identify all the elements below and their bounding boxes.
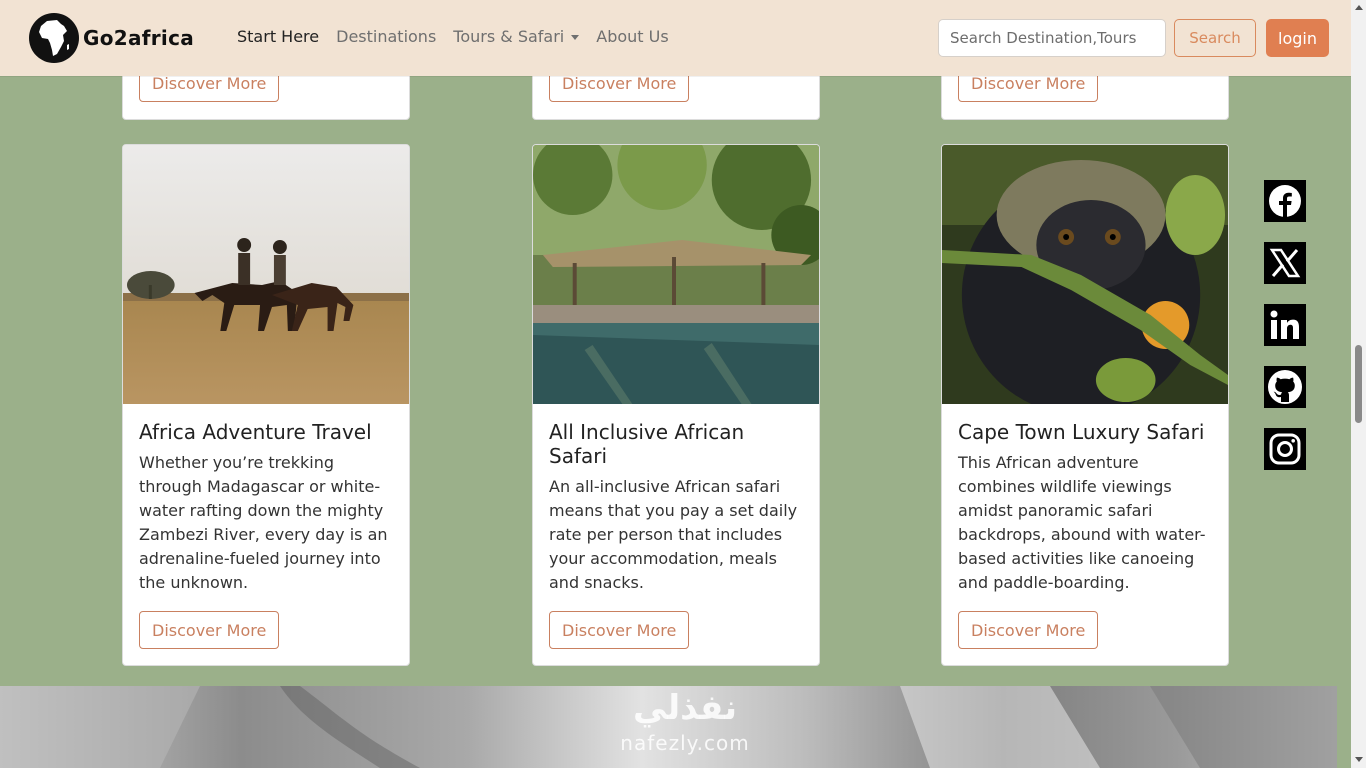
nafezly-watermark: نفذلي nafezly.com: [600, 686, 770, 756]
scrollbar-thumb[interactable]: [1355, 345, 1362, 423]
nav-links: Start Here Destinations Tours & Safari A…: [237, 27, 686, 46]
card-title: All Inclusive African Safari: [549, 420, 745, 468]
nav-dropdown-tours-safari[interactable]: Tours & Safari: [453, 27, 580, 46]
scroll-up-arrow-icon[interactable]: [1355, 5, 1363, 10]
watermark-arabic: نفذلي: [632, 688, 738, 728]
nav-link-about-us[interactable]: About Us: [596, 27, 668, 46]
brand-logo[interactable]: Go2africa: [29, 13, 194, 63]
waterfall-banner-image: نفذلي nafezly.com: [0, 686, 1337, 768]
card-cape-town-luxury: Cape Town Luxury Safari This African adv…: [941, 144, 1229, 666]
horse-riders-image: [123, 145, 409, 404]
instagram-icon[interactable]: [1264, 428, 1306, 470]
nav-link-destinations[interactable]: Destinations: [336, 27, 436, 46]
login-button[interactable]: login: [1266, 19, 1329, 57]
card-text: An all-inclusive African safari means th…: [549, 477, 798, 592]
x-icon[interactable]: [1264, 242, 1306, 284]
search-button[interactable]: Search: [1174, 19, 1256, 57]
golden-monkey-image: [942, 145, 1228, 404]
discover-more-button[interactable]: Discover More: [549, 611, 690, 649]
navbar: Go2africa Start Here Destinations Tours …: [0, 0, 1351, 76]
watermark-latin: nafezly.com: [620, 731, 750, 755]
nav-link-tours-label: Tours & Safari: [453, 27, 565, 46]
page-scrollbar[interactable]: [1351, 0, 1366, 768]
scroll-down-arrow-icon[interactable]: [1355, 757, 1363, 762]
linkedin-icon[interactable]: [1264, 304, 1306, 346]
card-africa-adventure: Africa Adventure Travel Whether you’re t…: [122, 144, 410, 666]
brand-name: Go2africa: [83, 26, 195, 50]
discover-more-button[interactable]: Discover More: [139, 611, 280, 649]
discover-more-button[interactable]: Discover More: [958, 611, 1099, 649]
card-text: Whether you’re trekking through Madagasc…: [139, 453, 388, 592]
caret-down-icon: [571, 35, 580, 40]
card-body: All Inclusive African Safari An all-incl…: [533, 404, 819, 595]
search-input[interactable]: [938, 19, 1166, 57]
github-icon[interactable]: [1264, 366, 1306, 408]
card-title: Cape Town Luxury Safari: [958, 420, 1205, 444]
card-all-inclusive-safari: All Inclusive African Safari An all-incl…: [532, 144, 820, 666]
africa-map-icon: [29, 13, 79, 63]
nav-link-start-here[interactable]: Start Here: [237, 27, 319, 46]
facebook-icon[interactable]: [1264, 180, 1306, 222]
card-text: This African adventure combines wildlife…: [958, 453, 1206, 592]
safari-lodge-pool-image: [533, 145, 819, 404]
card-body: Cape Town Luxury Safari This African adv…: [942, 404, 1228, 595]
card-title: Africa Adventure Travel: [139, 420, 372, 444]
card-body: Africa Adventure Travel Whether you’re t…: [123, 404, 409, 595]
